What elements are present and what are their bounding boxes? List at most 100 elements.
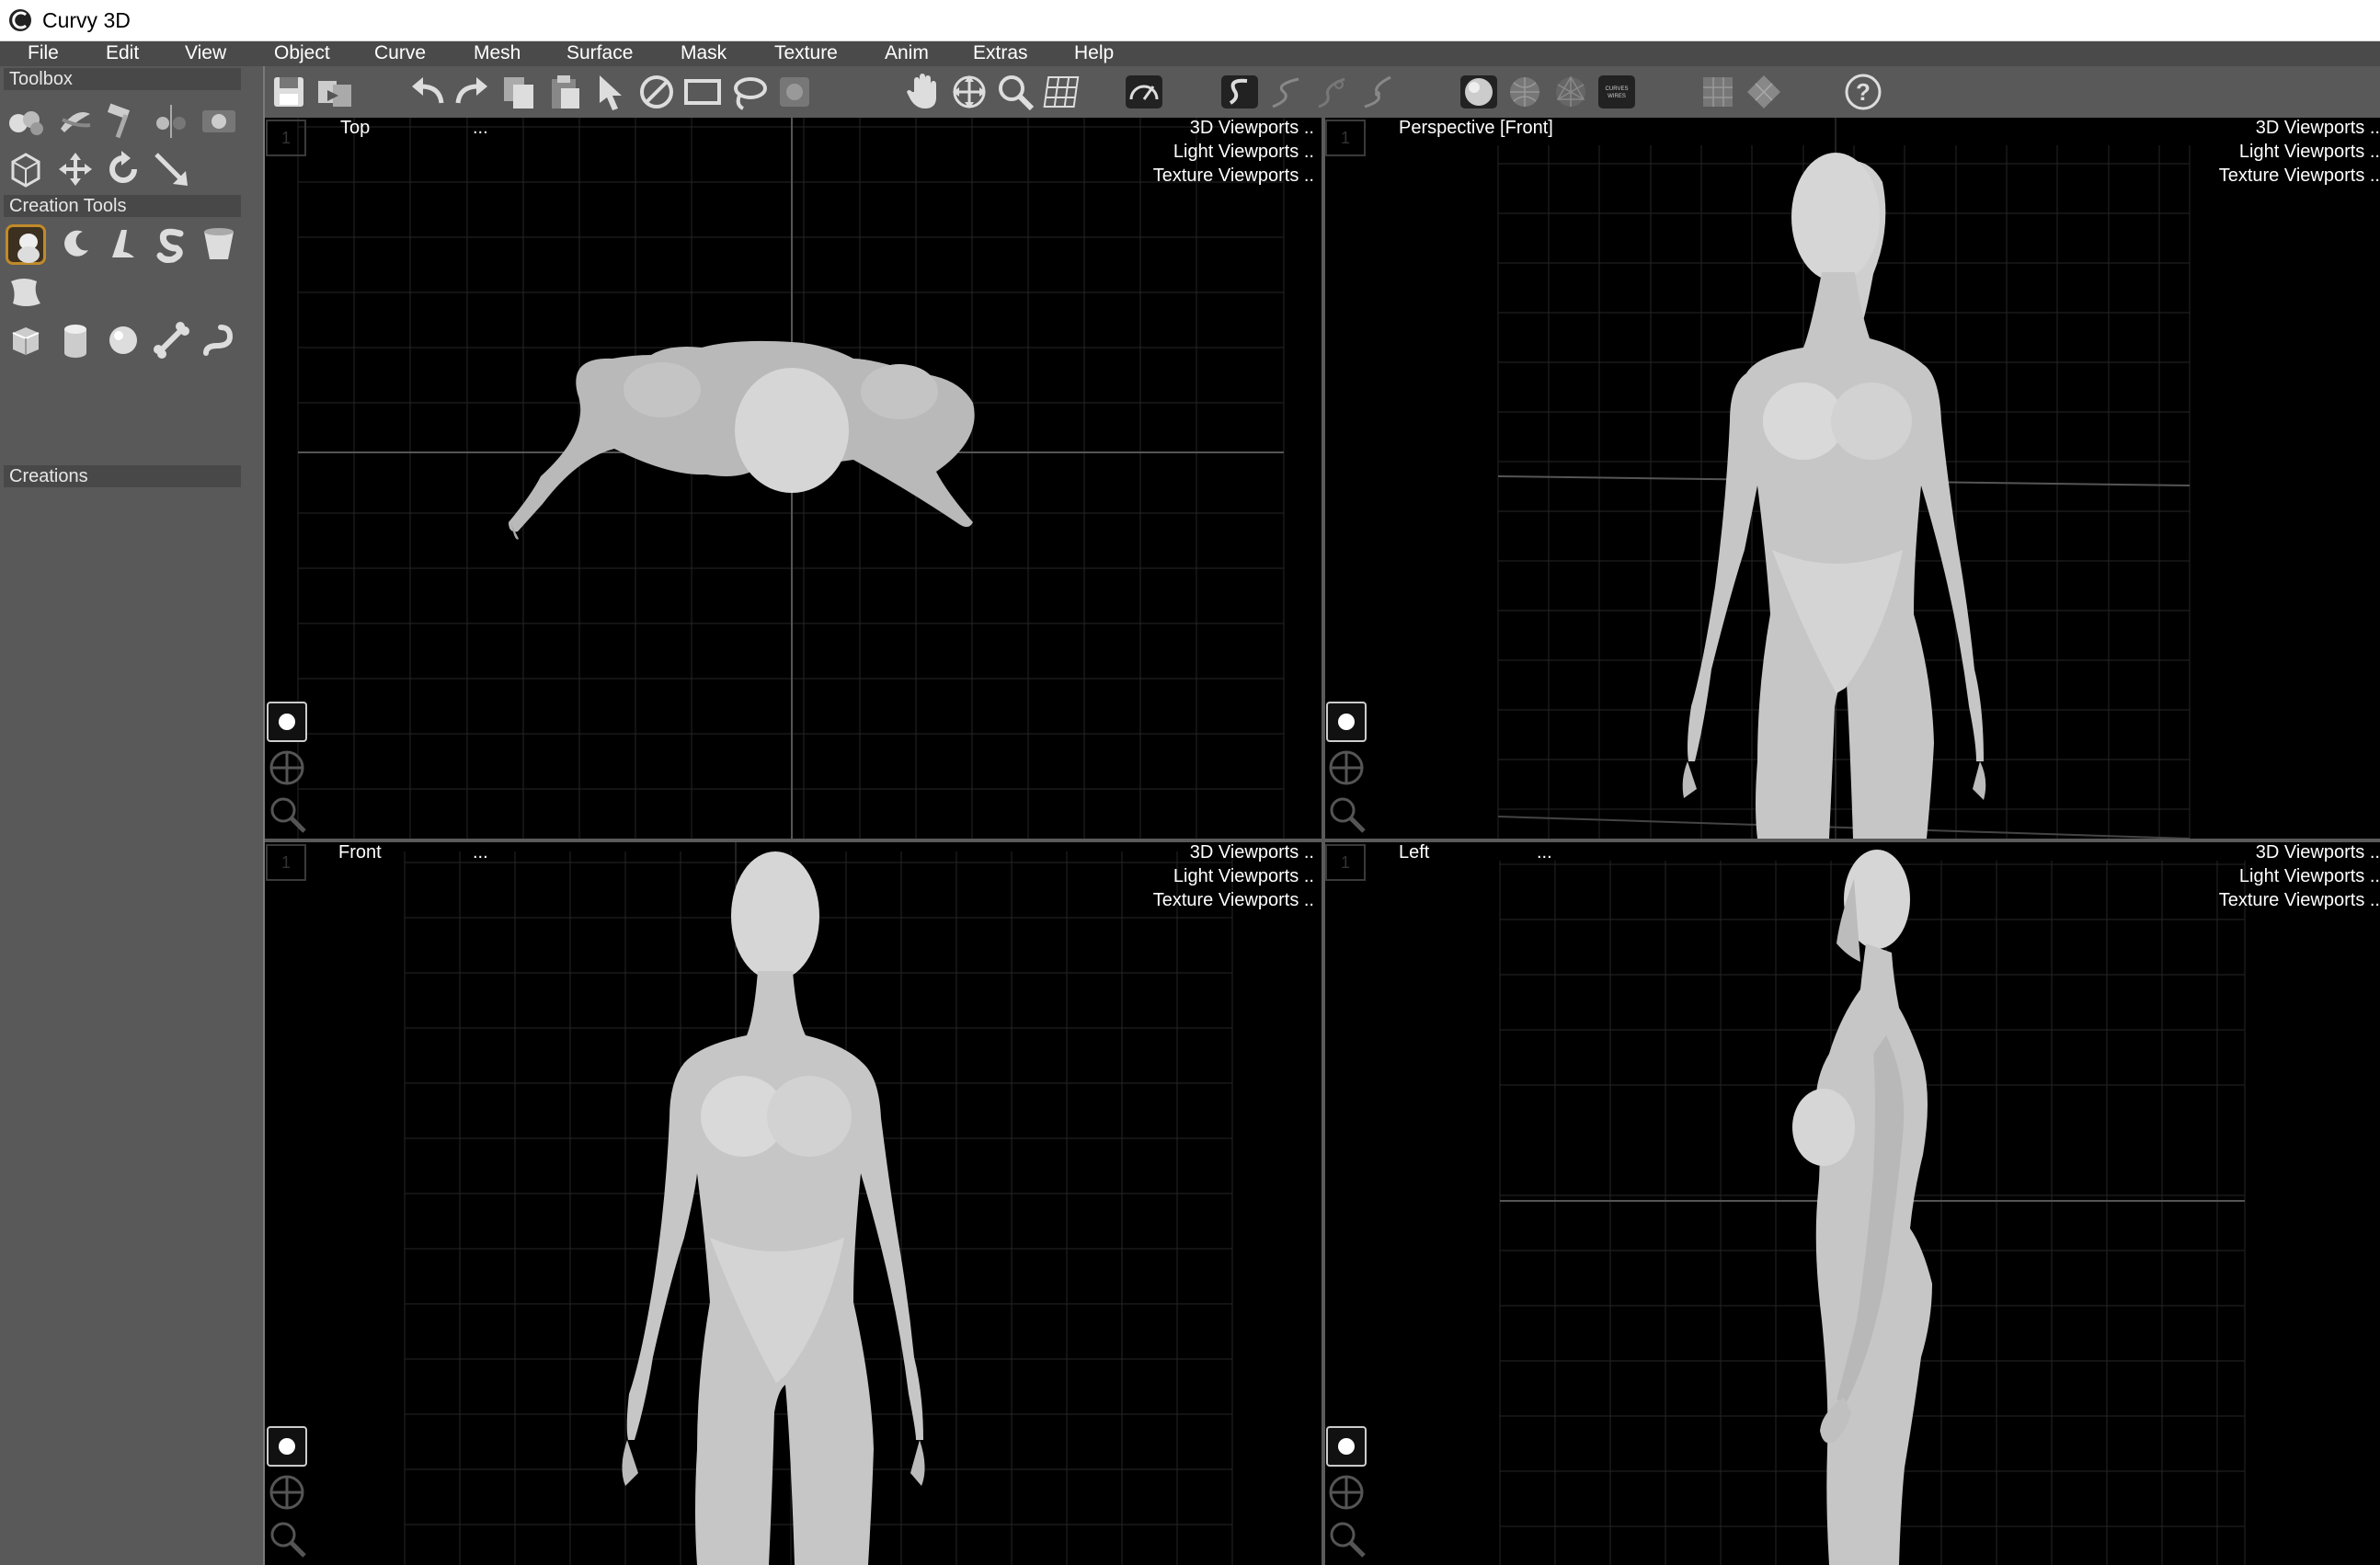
viewport-perspective[interactable]: 1 Perspective [Front] 3D Viewports .. Li…: [1325, 118, 2380, 839]
viewport-front-zoom-icon[interactable]: [266, 1517, 308, 1559]
viewport-front-orbit-icon[interactable]: [266, 1471, 308, 1514]
viewport-left-camera-icon[interactable]: [1325, 1425, 1367, 1468]
rect-select-icon[interactable]: [682, 72, 723, 112]
save-icon[interactable]: [269, 72, 309, 112]
move-tool-icon[interactable]: [55, 149, 96, 189]
menu-mask[interactable]: Mask: [681, 42, 727, 64]
viewport-perspective-texture-dots[interactable]: ..: [2370, 166, 2380, 186]
menu-anim[interactable]: Anim: [885, 42, 929, 64]
viewport-top-3d-dots[interactable]: ..: [1304, 118, 1314, 138]
viewport-top-orbit-icon[interactable]: [266, 747, 308, 789]
tube-primitive-icon[interactable]: [199, 320, 239, 360]
menu-view[interactable]: View: [185, 42, 226, 64]
hammer-tool-icon[interactable]: [103, 101, 143, 142]
export-icon[interactable]: [315, 72, 355, 112]
viewport-top-options[interactable]: ...: [473, 118, 488, 139]
s-curve-tool-icon[interactable]: [151, 224, 191, 265]
cube-select-tool-icon[interactable]: [6, 149, 46, 189]
paste-icon[interactable]: [544, 72, 585, 112]
viewport-top-zoom-icon[interactable]: [266, 793, 308, 835]
no-select-icon[interactable]: [636, 72, 677, 112]
viewport-perspective-3d-dots[interactable]: ..: [2370, 118, 2380, 138]
flag-surface-tool-icon[interactable]: [6, 272, 46, 313]
viewport-top-texture-link[interactable]: Texture Viewports: [1153, 166, 1299, 186]
viewport-left-title[interactable]: Left: [1399, 842, 1429, 863]
viewport-perspective-3d-link[interactable]: 3D Viewports: [2256, 118, 2365, 138]
pan-hand-icon[interactable]: [903, 72, 944, 112]
mask-select-icon[interactable]: [774, 72, 815, 112]
move-cross-icon[interactable]: [949, 72, 990, 112]
scale-tool-icon[interactable]: [151, 149, 191, 189]
viewport-perspective-orbit-icon[interactable]: [1325, 747, 1367, 789]
lasso-select-icon[interactable]: [728, 72, 769, 112]
viewport-top[interactable]: 1 Top ... 3D Viewports .. Light Viewport…: [265, 118, 1322, 839]
viewport-front-camera-icon[interactable]: [266, 1425, 308, 1468]
menu-help[interactable]: Help: [1074, 42, 1114, 64]
viewport-top-light-link[interactable]: Light Viewports: [1173, 142, 1299, 162]
cylinder-primitive-icon[interactable]: [55, 320, 96, 360]
viewport-left-light-dots[interactable]: ..: [2370, 866, 2380, 886]
viewport-left-options[interactable]: ...: [1537, 842, 1552, 863]
viewport-left-light-link[interactable]: Light Viewports: [2239, 866, 2364, 886]
menu-mesh[interactable]: Mesh: [474, 42, 521, 64]
shaded-sphere-icon[interactable]: [1459, 72, 1499, 112]
inflate-shape-tool-icon[interactable]: [6, 224, 46, 265]
menu-curve[interactable]: Curve: [374, 42, 426, 64]
viewport-front-title[interactable]: Front: [338, 842, 382, 863]
curve-node-icon[interactable]: [1311, 72, 1352, 112]
viewport-perspective-texture-link[interactable]: Texture Viewports: [2219, 166, 2365, 186]
viewport-top-3d-link[interactable]: 3D Viewports: [1190, 118, 1299, 138]
curve-draw-icon[interactable]: [1219, 72, 1260, 112]
viewport-front-texture-link[interactable]: Texture Viewports: [1153, 890, 1299, 910]
redo-icon[interactable]: [452, 72, 493, 112]
viewport-front[interactable]: 1 Front ... 3D Viewports .. Light Viewpo…: [265, 842, 1322, 1565]
crescent-tool-icon[interactable]: [55, 224, 96, 265]
viewport-perspective-light-link[interactable]: Light Viewports: [2239, 142, 2364, 162]
bone-primitive-icon[interactable]: [151, 320, 191, 360]
cup-tool-icon[interactable]: [199, 224, 239, 265]
viewport-perspective-light-dots[interactable]: ..: [2370, 142, 2380, 162]
menu-edit[interactable]: Edit: [106, 42, 139, 64]
cube-primitive-icon[interactable]: [6, 320, 46, 360]
wireframe-icon[interactable]: [1550, 72, 1591, 112]
viewport-perspective-zoom-icon[interactable]: [1325, 793, 1367, 835]
viewport-front-light-dots[interactable]: ..: [1304, 866, 1314, 886]
menu-extras[interactable]: Extras: [973, 42, 1028, 64]
viewport-front-light-link[interactable]: Light Viewports: [1173, 866, 1299, 886]
viewport-left-3d-dots[interactable]: ..: [2370, 842, 2380, 862]
viewport-top-camera-icon[interactable]: [266, 701, 308, 743]
curve-link-icon[interactable]: [1357, 72, 1398, 112]
help-icon[interactable]: ?: [1843, 72, 1883, 112]
window-quad-icon[interactable]: [1744, 72, 1784, 112]
rotate-tool-icon[interactable]: [103, 149, 143, 189]
twist-tool-icon[interactable]: [55, 101, 96, 142]
copy-icon[interactable]: [498, 72, 539, 112]
viewport-left-3d-link[interactable]: 3D Viewports: [2256, 842, 2365, 862]
menu-texture[interactable]: Texture: [774, 42, 838, 64]
viewport-front-number[interactable]: 1: [266, 844, 306, 881]
sphere-primitive-icon[interactable]: [103, 320, 143, 360]
viewport-front-texture-dots[interactable]: ..: [1304, 890, 1314, 910]
viewport-perspective-number[interactable]: 1: [1325, 120, 1366, 156]
viewport-left-texture-dots[interactable]: ..: [2370, 890, 2380, 910]
symmetry-tool-icon[interactable]: [151, 101, 191, 142]
viewport-left[interactable]: 1 Left ... 3D Viewports .. Light Viewpor…: [1325, 842, 2380, 1565]
viewport-front-options[interactable]: ...: [473, 842, 488, 863]
wire-sphere-icon[interactable]: [1505, 72, 1545, 112]
viewport-left-texture-link[interactable]: Texture Viewports: [2219, 890, 2365, 910]
viewport-top-light-dots[interactable]: ..: [1304, 142, 1314, 162]
menu-object[interactable]: Object: [274, 42, 330, 64]
curves-wires-icon[interactable]: CURVES WIRES: [1596, 72, 1637, 112]
viewport-top-number[interactable]: 1: [266, 120, 306, 156]
zoom-magnifier-icon[interactable]: [995, 72, 1036, 112]
viewport-front-3d-link[interactable]: 3D Viewports: [1190, 842, 1299, 862]
lathe-tool-icon[interactable]: [103, 224, 143, 265]
viewport-top-texture-dots[interactable]: ..: [1304, 166, 1314, 186]
curve-edit-icon[interactable]: [1265, 72, 1306, 112]
viewport-top-title[interactable]: Top: [340, 118, 370, 139]
blobs-tool-icon[interactable]: [6, 101, 46, 142]
menu-surface[interactable]: Surface: [566, 42, 633, 64]
select-arrow-icon[interactable]: [590, 72, 631, 112]
undo-icon[interactable]: [406, 72, 447, 112]
photo-tool-icon[interactable]: [199, 101, 239, 142]
